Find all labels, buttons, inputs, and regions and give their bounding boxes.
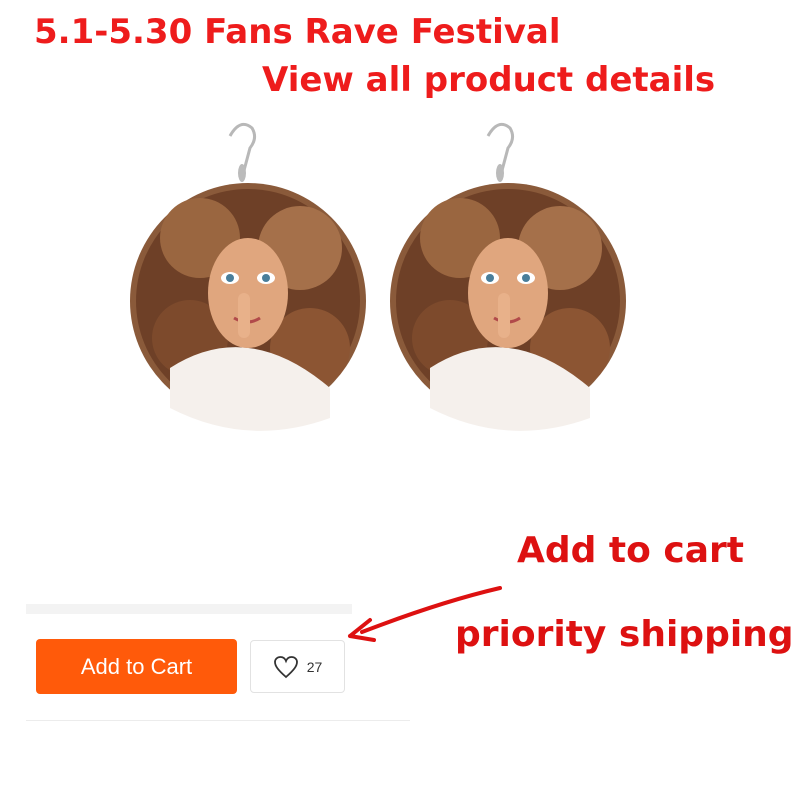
wishlist-count: 27 xyxy=(306,658,323,675)
promo-title: 5.1-5.30 Fans Rave Festival xyxy=(34,12,561,52)
divider xyxy=(26,720,410,721)
view-details-link[interactable]: View all product details xyxy=(262,60,715,100)
product-image-earring-left xyxy=(130,122,366,431)
add-to-cart-button[interactable]: Add to Cart xyxy=(36,639,237,694)
heart-icon xyxy=(273,655,298,678)
wishlist-button[interactable]: 27 xyxy=(250,640,345,693)
annotation-arrow-icon xyxy=(348,586,502,642)
product-image-earring-right xyxy=(390,122,626,431)
annotation-add-to-cart: Add to cart xyxy=(517,530,745,571)
action-bar-strip xyxy=(26,604,352,614)
